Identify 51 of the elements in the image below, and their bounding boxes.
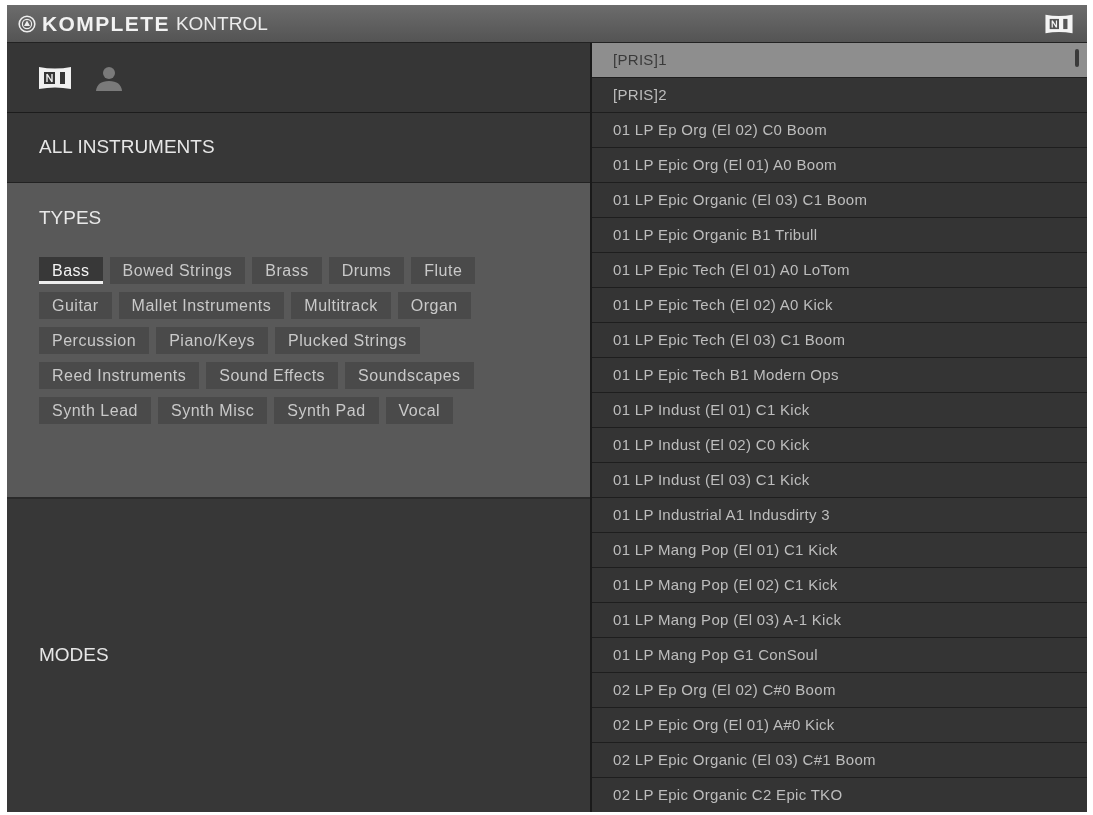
preset-row[interactable]: 01 LP Indust (El 01) C1 Kick	[592, 393, 1087, 428]
preset-row[interactable]: 01 LP Indust (El 02) C0 Kick	[592, 428, 1087, 463]
preset-row[interactable]: 01 LP Mang Pop (El 02) C1 Kick	[592, 568, 1087, 603]
preset-row[interactable]: 01 LP Indust (El 03) C1 Kick	[592, 463, 1087, 498]
preset-row[interactable]: 01 LP Epic Organic B1 Tribull	[592, 218, 1087, 253]
preset-row[interactable]: 01 LP Epic Org (El 01) A0 Boom	[592, 148, 1087, 183]
preset-row[interactable]: [PRIS]2	[592, 78, 1087, 113]
product-name: KONTROL	[175, 14, 268, 33]
type-tag[interactable]: Bass	[39, 257, 103, 284]
preset-row[interactable]: 01 LP Epic Tech (El 02) A0 Kick	[592, 288, 1087, 323]
category-header[interactable]: MODES	[7, 498, 590, 812]
preset-row[interactable]: 01 LP Epic Tech B1 Modern Ops	[592, 358, 1087, 393]
preset-row[interactable]: 01 LP Mang Pop (El 03) A-1 Kick	[592, 603, 1087, 638]
type-tag[interactable]: Flute	[411, 257, 476, 284]
preset-row[interactable]: 01 LP Industrial A1 Indusdirty 3	[592, 498, 1087, 533]
preset-row[interactable]: 01 LP Mang Pop G1 ConSoul	[592, 638, 1087, 673]
type-tag[interactable]: Synth Misc	[157, 397, 268, 424]
type-tag[interactable]: Sound Effects	[206, 362, 339, 389]
types-heading: TYPES	[39, 205, 102, 230]
logo-icon	[18, 14, 36, 33]
type-tag[interactable]: Percussion	[39, 327, 150, 354]
user-icon[interactable]	[96, 64, 122, 91]
type-tag[interactable]: Synth Pad	[274, 397, 379, 424]
type-tag[interactable]: Brass	[252, 257, 322, 284]
type-tag[interactable]: Piano/Keys	[156, 327, 269, 354]
logo-icon	[1043, 12, 1075, 35]
type-tag[interactable]: Vocal	[385, 397, 454, 424]
preset-row[interactable]: 02 LP Epic Org (El 01) A#0 Kick	[592, 708, 1087, 743]
scrollbar-thumb[interactable]	[1075, 49, 1079, 67]
brand-name: KOMPLETE	[42, 13, 170, 34]
preset-row[interactable]: 01 LP Epic Tech (El 03) C1 Boom	[592, 323, 1087, 358]
type-tag[interactable]: Drums	[328, 257, 405, 284]
preset-row[interactable]: 02 LP Epic Organic (El 03) C#1 Boom	[592, 743, 1087, 778]
preset-row[interactable]: 01 LP Mang Pop (El 01) C1 Kick	[592, 533, 1087, 568]
type-tag[interactable]: Soundscapes	[345, 362, 474, 389]
type-tag[interactable]: Organ	[397, 292, 471, 319]
type-tag[interactable]: Bowed Strings	[109, 257, 246, 284]
preset-row[interactable]: 01 LP Epic Tech (El 01) A0 LoTom	[592, 253, 1087, 288]
preset-row[interactable]: [PRIS]1	[592, 43, 1087, 78]
type-tag[interactable]: Multitrack	[291, 292, 391, 319]
type-tag[interactable]: Plucked Strings	[275, 327, 420, 354]
preset-row[interactable]: 02 LP Ep Org (El 02) C#0 Boom	[592, 673, 1087, 708]
preset-row[interactable]: 02 LP Epic Organic C2 Epic TKO	[592, 778, 1087, 812]
preset-row[interactable]: 01 LP Epic Organic (El 03) C1 Boom	[592, 183, 1087, 218]
category-header[interactable]: ALL INSTRUMENTS	[7, 113, 590, 183]
type-tag[interactable]: Synth Lead	[39, 397, 151, 424]
type-tag[interactable]: Mallet Instruments	[118, 292, 285, 319]
preset-row[interactable]: 01 LP Ep Org (El 02) C0 Boom	[592, 113, 1087, 148]
type-tag[interactable]: Guitar	[39, 292, 112, 319]
type-tag[interactable]: Reed Instruments	[39, 362, 200, 389]
logo-icon[interactable]	[38, 64, 72, 91]
